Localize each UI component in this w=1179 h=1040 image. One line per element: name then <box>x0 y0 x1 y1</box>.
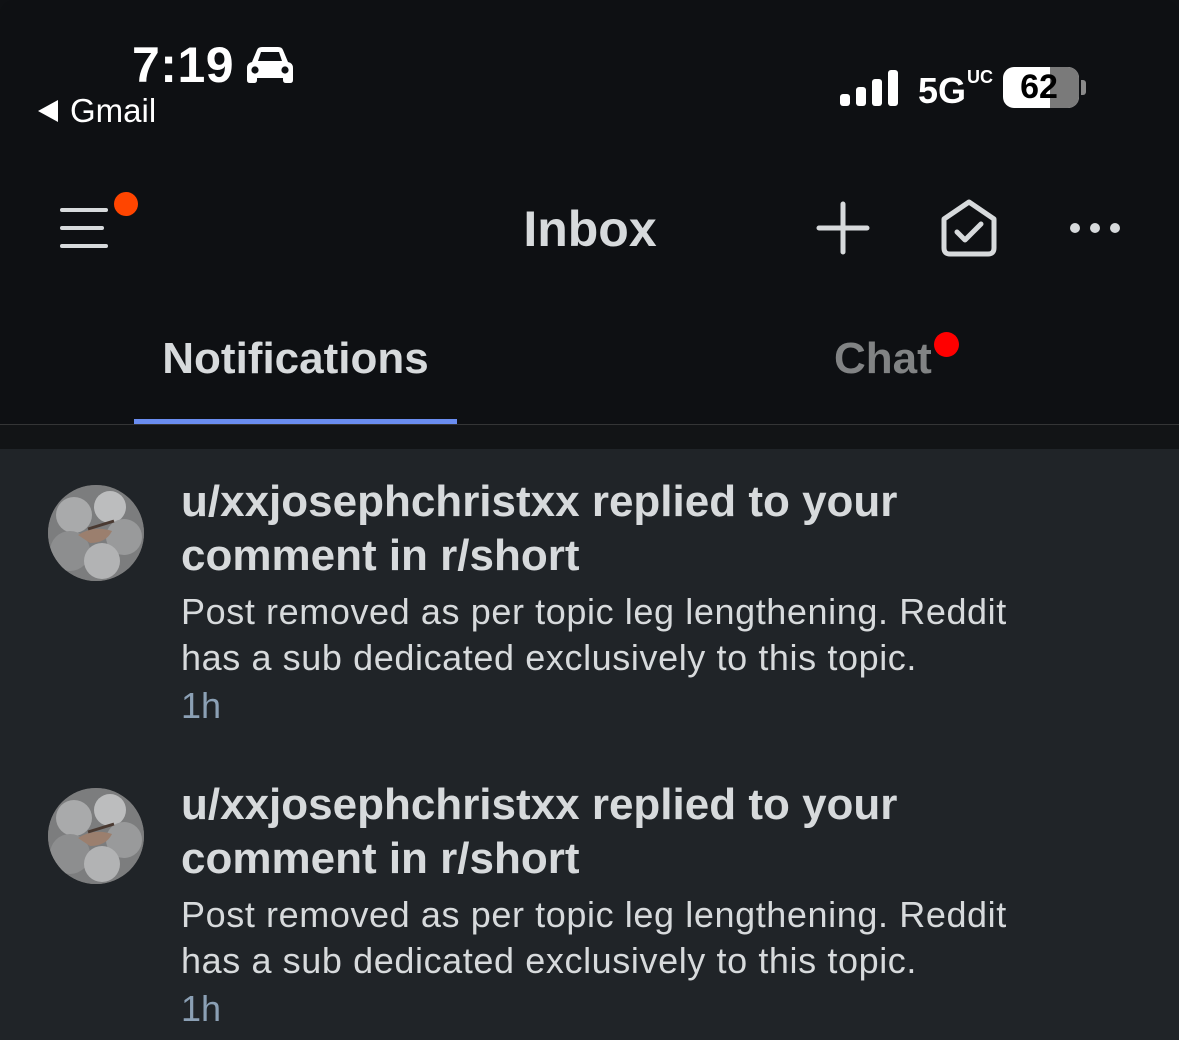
avatar <box>48 788 144 884</box>
signal-icon <box>840 70 898 106</box>
menu-badge-dot <box>114 192 138 216</box>
menu-icon-line <box>60 244 108 248</box>
notification-body-line: Post removed as per topic leg lengthenin… <box>181 894 1007 935</box>
app-screen: 7:19 Gmail 5GUC 62 Inbox Notifications C… <box>0 0 1179 1040</box>
plus-icon[interactable] <box>811 196 875 260</box>
notification-body: Post removed as per topic leg lengthenin… <box>181 589 1121 681</box>
notification-time: 1h <box>181 685 222 726</box>
tab-chat[interactable]: Chat <box>834 334 932 384</box>
notification-body: Post removed as per topic leg lengthenin… <box>181 892 1121 984</box>
back-to-app-button[interactable]: Gmail <box>38 92 156 130</box>
avatar-image <box>48 485 144 581</box>
network-indicator: 5GUC <box>918 67 994 112</box>
menu-icon-line <box>60 226 104 230</box>
notification-body-line: has a sub dedicated exclusively to this … <box>181 940 917 981</box>
notification-title-line: u/xxjosephchristxx replied to your <box>181 477 898 526</box>
notification-title-line: u/xxjosephchristxx replied to your <box>181 780 898 829</box>
battery-percent: 62 <box>1020 68 1058 106</box>
notification-title: u/xxjosephchristxx replied to your comme… <box>181 778 941 886</box>
notification-time: 1h <box>181 988 222 1029</box>
notification-title-line: comment in r/short <box>181 834 580 883</box>
battery-icon: 62 <box>1003 67 1079 108</box>
chat-unread-dot <box>934 332 959 357</box>
status-time: 7:19 <box>132 37 235 93</box>
back-app-label: Gmail <box>70 92 157 129</box>
notification-item[interactable]: u/xxjosephchristxx replied to your comme… <box>0 449 1179 749</box>
avatar <box>48 485 144 581</box>
car-icon <box>247 47 293 83</box>
menu-button[interactable] <box>58 192 142 254</box>
notification-title-line: comment in r/short <box>181 531 580 580</box>
back-arrow-icon <box>38 100 58 122</box>
notification-list: u/xxjosephchristxx replied to your comme… <box>0 449 1179 1040</box>
battery-nub <box>1081 80 1086 95</box>
page-title: Inbox <box>523 201 657 257</box>
more-options-icon[interactable] <box>1063 196 1127 260</box>
notification-body-line: has a sub dedicated exclusively to this … <box>181 637 917 678</box>
notification-body-line: Post removed as per topic leg lengthenin… <box>181 591 1007 632</box>
list-separator <box>0 425 1179 449</box>
notification-title: u/xxjosephchristxx replied to your comme… <box>181 475 941 583</box>
menu-icon-line <box>60 208 108 212</box>
notification-item[interactable]: u/xxjosephchristxx replied to your comme… <box>0 752 1179 1040</box>
mark-all-read-icon[interactable] <box>937 196 1001 260</box>
network-label: 5G <box>918 70 967 111</box>
tab-notifications[interactable]: Notifications <box>134 334 457 384</box>
network-suffix: UC <box>967 67 994 87</box>
avatar-image <box>48 788 144 884</box>
